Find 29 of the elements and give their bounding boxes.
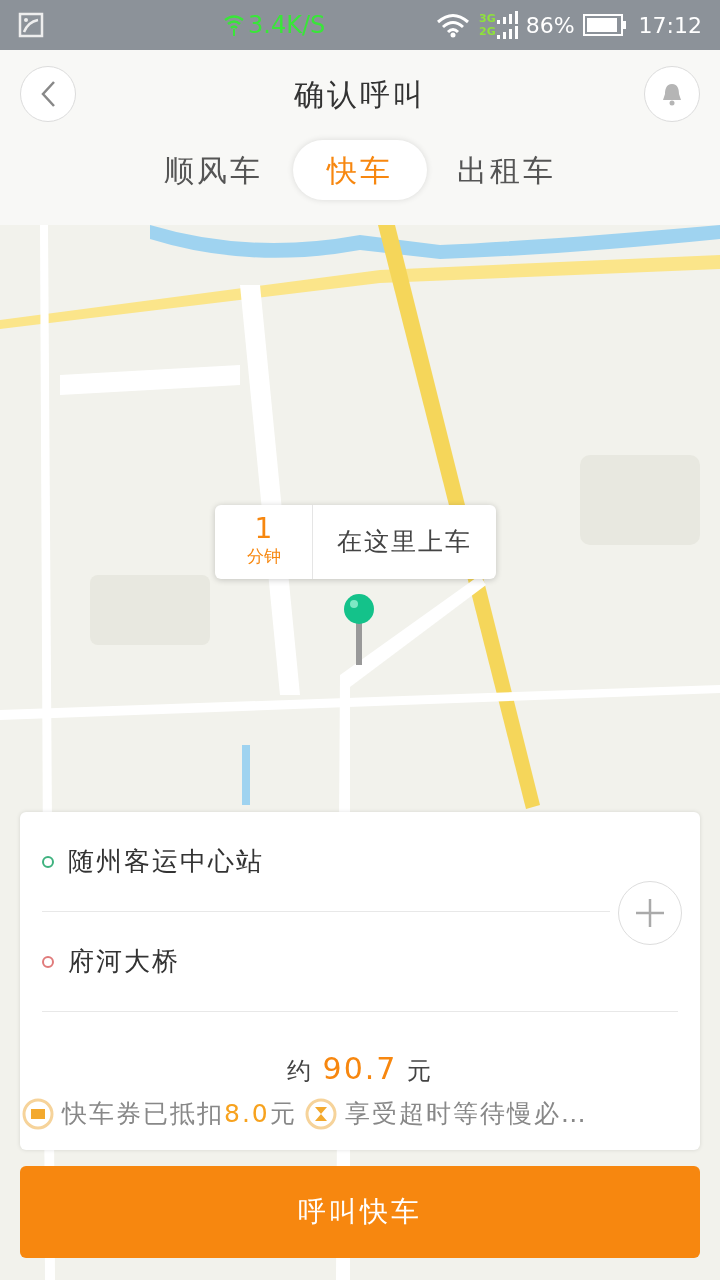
back-button[interactable] xyxy=(20,66,76,122)
promo-text: 享受超时等待慢必… xyxy=(344,1098,588,1130)
network-type: 2G xyxy=(479,25,496,38)
price-estimate: 约 90.7 元 xyxy=(286,1050,434,1088)
network-speed: 3.4K/S xyxy=(248,10,326,41)
eta-value: 1 xyxy=(254,514,273,545)
address-text: 府河大桥 xyxy=(68,945,180,978)
image-icon xyxy=(18,12,44,38)
address-text: 随州客运中心站 xyxy=(68,845,264,878)
location-pin-icon xyxy=(343,593,375,665)
back-icon xyxy=(40,80,56,108)
eta-unit: 分钟 xyxy=(246,545,281,569)
ride-tab[interactable]: 出租车 xyxy=(449,140,564,200)
signal-icon xyxy=(495,10,518,40)
notification-button[interactable] xyxy=(644,66,700,122)
clock: 17:12 xyxy=(638,11,702,40)
address-row[interactable]: 随州客运中心站 xyxy=(42,812,610,912)
bell-icon xyxy=(661,82,683,106)
wifi-icon xyxy=(435,12,471,38)
ride-tab[interactable]: 顺风车 xyxy=(156,140,271,200)
plus-icon xyxy=(635,898,665,928)
wifi-icon xyxy=(224,14,244,36)
pickup-label: 在这里上车 xyxy=(336,526,473,559)
battery-percent: 86% xyxy=(525,11,575,40)
page-title: 确认呼叫 xyxy=(294,75,426,114)
network-type: 3G xyxy=(479,12,496,25)
hourglass-icon xyxy=(304,1097,337,1130)
promo-text: 快车券已抵扣8.0元 xyxy=(62,1098,297,1130)
battery-icon xyxy=(582,14,627,36)
